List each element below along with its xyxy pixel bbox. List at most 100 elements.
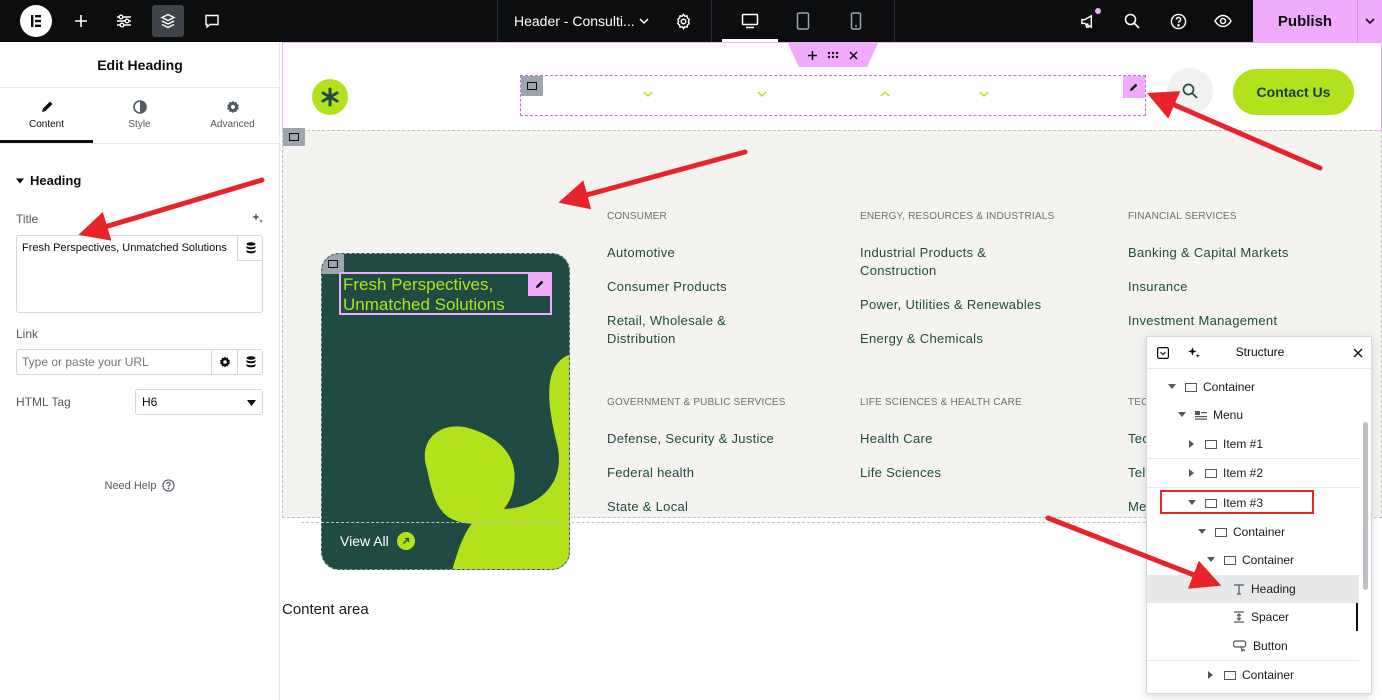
mobile-view-button[interactable] — [840, 5, 872, 37]
structure-row[interactable]: Container — [1147, 518, 1359, 546]
menu-link[interactable]: Federal health — [607, 464, 694, 482]
tablet-view-button[interactable] — [787, 5, 819, 37]
caret-down-icon[interactable] — [1167, 384, 1177, 390]
add-element-button[interactable] — [65, 5, 97, 37]
structure-button[interactable] — [152, 5, 184, 37]
structure-row-selected[interactable]: Heading — [1147, 575, 1359, 603]
tab-advanced[interactable]: Advanced — [186, 88, 279, 143]
chevron-down-icon[interactable] — [1357, 0, 1382, 42]
desktop-view-button[interactable] — [734, 5, 766, 37]
structure-row-label: Container — [1203, 380, 1256, 394]
container-handle-icon[interactable] — [322, 254, 344, 274]
menu-link[interactable]: Industrial Products & Construction — [860, 244, 1020, 280]
menu-link[interactable]: Life Sciences — [860, 464, 941, 482]
container-handle-icon[interactable] — [283, 128, 305, 146]
caret-right-icon[interactable] — [1206, 671, 1216, 679]
structure-row[interactable]: Container — [1147, 373, 1359, 401]
menu-link[interactable]: Investment Management — [1128, 312, 1277, 330]
section-toolbar[interactable] — [788, 43, 878, 67]
structure-row[interactable]: Button — [1147, 632, 1359, 660]
caret-down-icon[interactable] — [1177, 412, 1187, 418]
menu-link[interactable]: Energy & Chemicals — [860, 330, 983, 348]
edit-heading-pencil-icon[interactable] — [528, 272, 552, 296]
need-help-link[interactable]: Need Help — [0, 479, 280, 492]
menu-link[interactable]: Defense, Security & Justice — [607, 430, 774, 448]
close-icon[interactable] — [1353, 348, 1363, 358]
menu-link[interactable]: State & Local — [607, 498, 688, 516]
document-title[interactable]: Header - Consulti... — [514, 0, 635, 42]
chevron-down-icon[interactable] — [757, 90, 767, 98]
menu-link[interactable]: Retail, Wholesale & Distribution — [607, 312, 757, 348]
search-icon[interactable] — [1116, 5, 1148, 37]
menu-link[interactable]: Consumer Products — [607, 278, 727, 296]
caret-down-icon[interactable] — [1206, 557, 1216, 563]
view-all-link[interactable]: View All — [340, 532, 415, 550]
structure-row[interactable]: Container — [1147, 661, 1359, 689]
structure-row[interactable]: Spacer — [1147, 603, 1359, 631]
close-icon[interactable] — [849, 50, 858, 60]
gear-icon — [186, 100, 279, 114]
menu-link[interactable]: Power, Utilities & Renewables — [860, 296, 1041, 314]
html-tag-label: HTML Tag — [16, 395, 71, 409]
promo-heading[interactable]: Fresh Perspectives, Unmatched Solutions — [339, 272, 552, 315]
header-search-button[interactable] — [1167, 68, 1213, 114]
html-tag-select[interactable]: H6 — [135, 389, 263, 415]
caret-down-icon[interactable] — [1197, 529, 1207, 535]
structure-row-label: Heading — [1251, 582, 1296, 596]
container-icon — [1224, 670, 1236, 680]
dynamic-tags-icon[interactable] — [237, 235, 263, 261]
structure-row[interactable]: Item #2 — [1147, 459, 1359, 487]
structure-row-label: Item #2 — [1223, 466, 1264, 480]
plus-icon[interactable] — [808, 50, 817, 60]
caret-right-icon[interactable] — [1187, 469, 1197, 477]
link-input[interactable] — [17, 350, 212, 374]
chevron-down-icon[interactable] — [628, 5, 660, 37]
chevron-down-icon[interactable] — [979, 90, 989, 98]
elementor-logo-icon[interactable] — [20, 5, 52, 37]
ai-sparkle-icon[interactable] — [251, 212, 263, 224]
structure-panel: Structure Container Menu Item #1 Item #2… — [1146, 336, 1372, 694]
help-icon[interactable] — [1162, 5, 1194, 37]
chevron-down-icon[interactable] — [643, 90, 653, 98]
menu-link[interactable]: Insurance — [1128, 278, 1188, 296]
menu-link[interactable]: Health Care — [860, 430, 933, 448]
category-title: GOVERNMENT & PUBLIC SERVICES — [607, 397, 786, 408]
structure-header: Structure — [1147, 337, 1371, 369]
site-settings-button[interactable] — [108, 5, 140, 37]
tab-style[interactable]: Style — [93, 88, 186, 143]
link-dynamic-tags-icon[interactable] — [237, 350, 263, 374]
category-title: LIFE SCIENCES & HEALTH CARE — [860, 397, 1022, 408]
caret-right-icon[interactable] — [1187, 440, 1197, 448]
section-toggle-heading[interactable]: Heading — [16, 173, 81, 188]
pencil-icon — [0, 100, 93, 114]
edit-widget-pencil-icon[interactable] — [1123, 76, 1145, 98]
widget-handle-icon[interactable] — [521, 76, 543, 96]
drag-handle-icon[interactable] — [827, 51, 839, 59]
structure-row[interactable]: Menu — [1147, 401, 1359, 429]
structure-row[interactable]: Container — [1147, 546, 1359, 574]
spacer-icon — [1233, 611, 1245, 623]
link-options-gear-icon[interactable] — [211, 350, 237, 374]
site-logo-icon[interactable] — [312, 79, 348, 115]
title-textarea[interactable]: Fresh Perspectives, Unmatched Solutions — [16, 235, 263, 313]
link-field — [16, 349, 263, 375]
menu-link[interactable]: Me — [1128, 498, 1147, 516]
eye-icon[interactable] — [1207, 5, 1239, 37]
tab-advanced-label: Advanced — [210, 119, 255, 130]
comments-button[interactable] — [196, 5, 228, 37]
structure-scrollbar[interactable] — [1363, 422, 1368, 590]
half-circle-icon — [93, 100, 186, 114]
menu-link[interactable]: Tel — [1128, 464, 1146, 482]
chevron-up-icon[interactable] — [880, 90, 890, 98]
structure-row-label: Container — [1242, 553, 1295, 567]
page-settings-button[interactable] — [667, 5, 699, 37]
menu-link[interactable]: Banking & Capital Markets — [1128, 244, 1289, 262]
contact-us-button[interactable]: Contact Us — [1233, 69, 1354, 115]
container-icon — [1185, 382, 1197, 392]
structure-row[interactable]: Item #1 — [1147, 430, 1359, 458]
tab-content[interactable]: Content — [0, 88, 93, 143]
nav-menu-widget[interactable] — [520, 75, 1146, 116]
arrow-up-right-icon — [396, 532, 415, 550]
menu-link[interactable]: Automotive — [607, 244, 675, 262]
publish-button[interactable]: Publish — [1253, 0, 1357, 42]
